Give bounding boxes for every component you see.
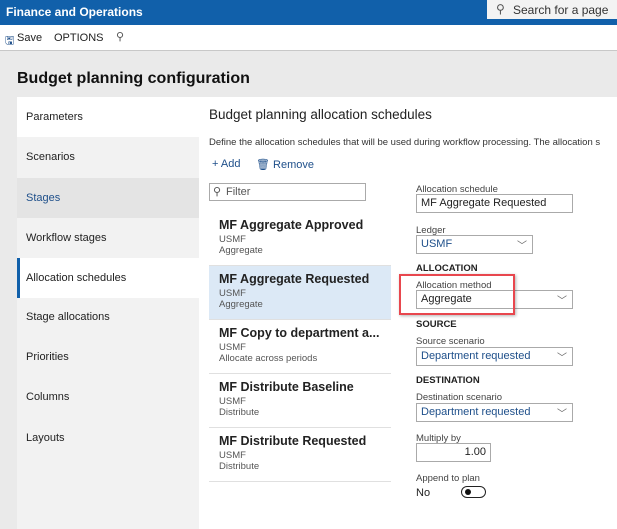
item-title: MF Distribute Requested <box>219 434 367 448</box>
plus-icon: + <box>212 158 219 170</box>
chevron-down-icon: ﹀ <box>557 296 567 307</box>
toggle-knob <box>465 489 471 495</box>
search-placeholder: Search for a page <box>513 3 609 17</box>
remove-button[interactable]: 🗑 Remove <box>256 158 314 171</box>
append-toggle[interactable] <box>461 486 486 498</box>
highlight-box <box>399 274 515 315</box>
append-label: Append to plan <box>416 473 480 484</box>
list-item[interactable]: MF Distribute Requested USMF Distribute <box>209 428 391 482</box>
add-label: Add <box>220 158 241 170</box>
main-panel: Budget planning allocation schedules Def… <box>199 97 617 529</box>
search-icon[interactable]: ⚲ <box>116 30 124 43</box>
top-bar: Finance and Operations ⚲ Search for a pag… <box>0 0 617 25</box>
save-button[interactable]: Save <box>17 32 42 44</box>
nav-item-stages[interactable]: Stages <box>17 178 199 218</box>
section-title: Budget planning allocation schedules <box>209 107 432 122</box>
list-item[interactable]: MF Aggregate Requested USMF Aggregate <box>209 266 391 320</box>
destination-header: DESTINATION <box>416 375 480 386</box>
destination-value: Department requested <box>421 406 531 418</box>
item-title: MF Distribute Baseline <box>219 380 354 394</box>
item-ledger: USMF <box>219 396 246 407</box>
action-pane: 🖫 Save OPTIONS ⚲ <box>0 25 617 51</box>
nav-item-layouts[interactable]: Layouts <box>17 418 199 458</box>
source-header: SOURCE <box>416 319 457 330</box>
search-icon: ⚲ <box>213 186 222 198</box>
nav-item-allocation-schedules[interactable]: Allocation schedules <box>17 258 199 298</box>
save-icon: 🖫 <box>5 35 15 47</box>
search-icon: ⚲ <box>496 2 505 16</box>
source-label: Source scenario <box>416 336 485 347</box>
nav-item-priorities[interactable]: Priorities <box>17 337 199 377</box>
item-method: Aggregate <box>219 245 263 256</box>
app-title: Finance and Operations <box>6 5 143 19</box>
allocation-header: ALLOCATION <box>416 263 478 274</box>
schedule-list: MF Aggregate Approved USMF Aggregate MF Ag… <box>209 212 391 482</box>
list-item[interactable]: MF Copy to department a... USMF Allocate a… <box>209 320 391 374</box>
chevron-down-icon: ﹀ <box>557 353 567 364</box>
chevron-down-icon: ﹀ <box>517 241 527 252</box>
page-search[interactable]: ⚲ Search for a page <box>487 0 617 19</box>
item-ledger: USMF <box>219 288 246 299</box>
nav-item-scenarios[interactable]: Scenarios <box>17 137 199 177</box>
list-item[interactable]: MF Distribute Baseline USMF Distribute <box>209 374 391 428</box>
nav-item-parameters[interactable]: Parameters <box>17 97 199 137</box>
multiply-input[interactable]: 1.00 <box>416 443 491 462</box>
item-title: MF Aggregate Requested <box>219 272 370 286</box>
item-method: Allocate across periods <box>219 353 318 364</box>
options-button[interactable]: OPTIONS <box>54 32 104 44</box>
append-value: No <box>416 487 431 499</box>
item-ledger: USMF <box>219 234 246 245</box>
source-value: Department requested <box>421 350 531 362</box>
list-item[interactable]: MF Aggregate Approved USMF Aggregate <box>209 212 391 266</box>
item-ledger: USMF <box>219 450 246 461</box>
schedule-input[interactable]: MF Aggregate Requested <box>416 194 573 213</box>
nav-item-columns[interactable]: Columns <box>17 377 199 417</box>
destination-select[interactable]: Department requested ﹀ <box>416 403 573 422</box>
destination-label: Destination scenario <box>416 392 503 403</box>
item-ledger: USMF <box>219 342 246 353</box>
item-method: Distribute <box>219 407 260 418</box>
item-title: MF Aggregate Approved <box>219 218 364 232</box>
nav-item-workflow-stages[interactable]: Workflow stages <box>17 218 199 258</box>
trash-icon: 🗑 <box>256 159 270 171</box>
item-method: Distribute <box>219 461 260 472</box>
chevron-down-icon: ﹀ <box>557 409 567 420</box>
nav-item-stage-allocations[interactable]: Stage allocations <box>17 297 199 337</box>
sidebar-nav: Parameters Scenarios Stages Workflow sta… <box>17 97 199 529</box>
add-button[interactable]: + Add <box>212 158 240 170</box>
ledger-value: USMF <box>421 238 453 250</box>
item-method: Aggregate <box>219 299 263 310</box>
ledger-select[interactable]: USMF ﹀ <box>416 235 533 254</box>
remove-label: Remove <box>273 159 314 171</box>
page-title: Budget planning configuration <box>17 70 250 87</box>
section-description: Define the allocation schedules that wil… <box>209 137 601 148</box>
item-title: MF Copy to department a... <box>219 326 380 340</box>
filter-placeholder: Filter <box>226 186 251 198</box>
source-select[interactable]: Department requested ﹀ <box>416 347 573 366</box>
filter-input[interactable]: ⚲ Filter <box>209 183 366 201</box>
